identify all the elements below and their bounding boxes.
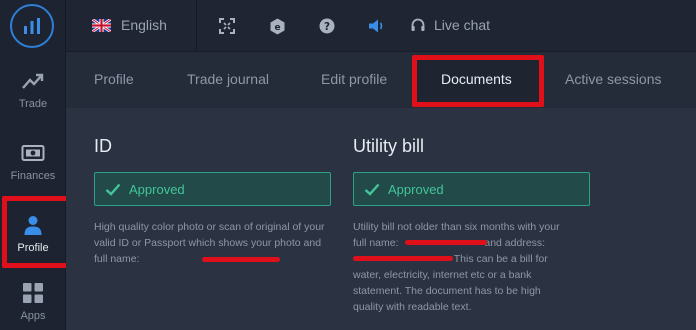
sidebar-item-label: Apps bbox=[20, 310, 46, 322]
id-document-section: ID Approved High quality color photo or … bbox=[94, 136, 334, 267]
sound-icon[interactable] bbox=[368, 17, 386, 35]
top-bar: English e ? Live chat bbox=[66, 0, 696, 52]
tab-documents[interactable]: Documents bbox=[441, 71, 512, 87]
left-sidebar: Trade Finances Profile Apps bbox=[0, 0, 72, 330]
user-icon bbox=[22, 212, 44, 238]
check-icon bbox=[105, 183, 121, 196]
settings-hex-icon[interactable]: e bbox=[268, 17, 286, 35]
app-logo[interactable] bbox=[10, 4, 54, 48]
id-title: ID bbox=[94, 136, 112, 156]
description-line: quality with readable text. bbox=[353, 301, 472, 313]
sidebar-item-finances[interactable]: Finances bbox=[0, 130, 66, 192]
sidebar-item-label: Profile bbox=[17, 242, 49, 254]
description-line: and address: bbox=[484, 237, 546, 249]
description-line: This can be a bill for bbox=[453, 253, 548, 265]
description-line: Utility bill not older than six months w… bbox=[353, 221, 560, 233]
id-description: High quality color photo or scan of orig… bbox=[94, 219, 334, 267]
utility-bill-description: Utility bill not older than six months w… bbox=[353, 219, 593, 315]
utility-bill-status-badge: Approved bbox=[353, 172, 590, 206]
utility-bill-title: Utility bill bbox=[353, 136, 425, 156]
tab-trade-journal[interactable]: Trade journal bbox=[187, 71, 269, 87]
redaction-mark bbox=[353, 256, 453, 261]
sidebar-item-profile[interactable]: Profile bbox=[0, 202, 66, 264]
language-selector[interactable]: English bbox=[92, 17, 167, 33]
divider bbox=[196, 0, 197, 52]
language-label: English bbox=[121, 17, 167, 33]
redaction-mark bbox=[405, 240, 487, 245]
redaction-mark bbox=[202, 257, 280, 262]
uk-flag-icon bbox=[92, 18, 111, 32]
help-icon[interactable]: ? bbox=[318, 17, 336, 35]
description-line: statement. The document has to be high bbox=[353, 285, 541, 297]
tab-edit-profile[interactable]: Edit profile bbox=[321, 71, 387, 87]
description-line: full name: bbox=[353, 237, 399, 249]
grid-icon bbox=[22, 280, 44, 306]
utility-bill-section: Utility bill Approved Utility bill not o… bbox=[353, 136, 593, 315]
chart-logo-icon bbox=[24, 18, 40, 34]
tab-active-sessions[interactable]: Active sessions bbox=[565, 71, 661, 87]
headset-icon bbox=[411, 18, 425, 31]
profile-tabs: Profile Trade journal Edit profile Docum… bbox=[66, 52, 696, 108]
fullscreen-icon[interactable] bbox=[218, 17, 236, 35]
id-status-label: Approved bbox=[129, 181, 185, 197]
documents-panel: ID Approved High quality color photo or … bbox=[66, 108, 696, 330]
check-icon bbox=[364, 183, 380, 196]
sidebar-item-trade[interactable]: Trade bbox=[0, 58, 66, 120]
tab-profile[interactable]: Profile bbox=[94, 71, 134, 87]
banknote-icon bbox=[21, 140, 45, 166]
id-status-badge: Approved bbox=[94, 172, 331, 206]
sidebar-item-apps[interactable]: Apps bbox=[0, 270, 66, 330]
live-chat-button[interactable]: Live chat bbox=[410, 17, 490, 33]
svg-text:?: ? bbox=[324, 21, 330, 33]
description-line: water, electricity, internet etc or a ba… bbox=[353, 269, 532, 281]
svg-text:e: e bbox=[274, 23, 280, 33]
sidebar-item-label: Trade bbox=[18, 98, 48, 110]
trending-up-icon bbox=[21, 68, 45, 94]
utility-bill-status-label: Approved bbox=[388, 181, 444, 197]
live-chat-label: Live chat bbox=[434, 17, 491, 33]
sidebar-item-label: Finances bbox=[10, 170, 56, 182]
